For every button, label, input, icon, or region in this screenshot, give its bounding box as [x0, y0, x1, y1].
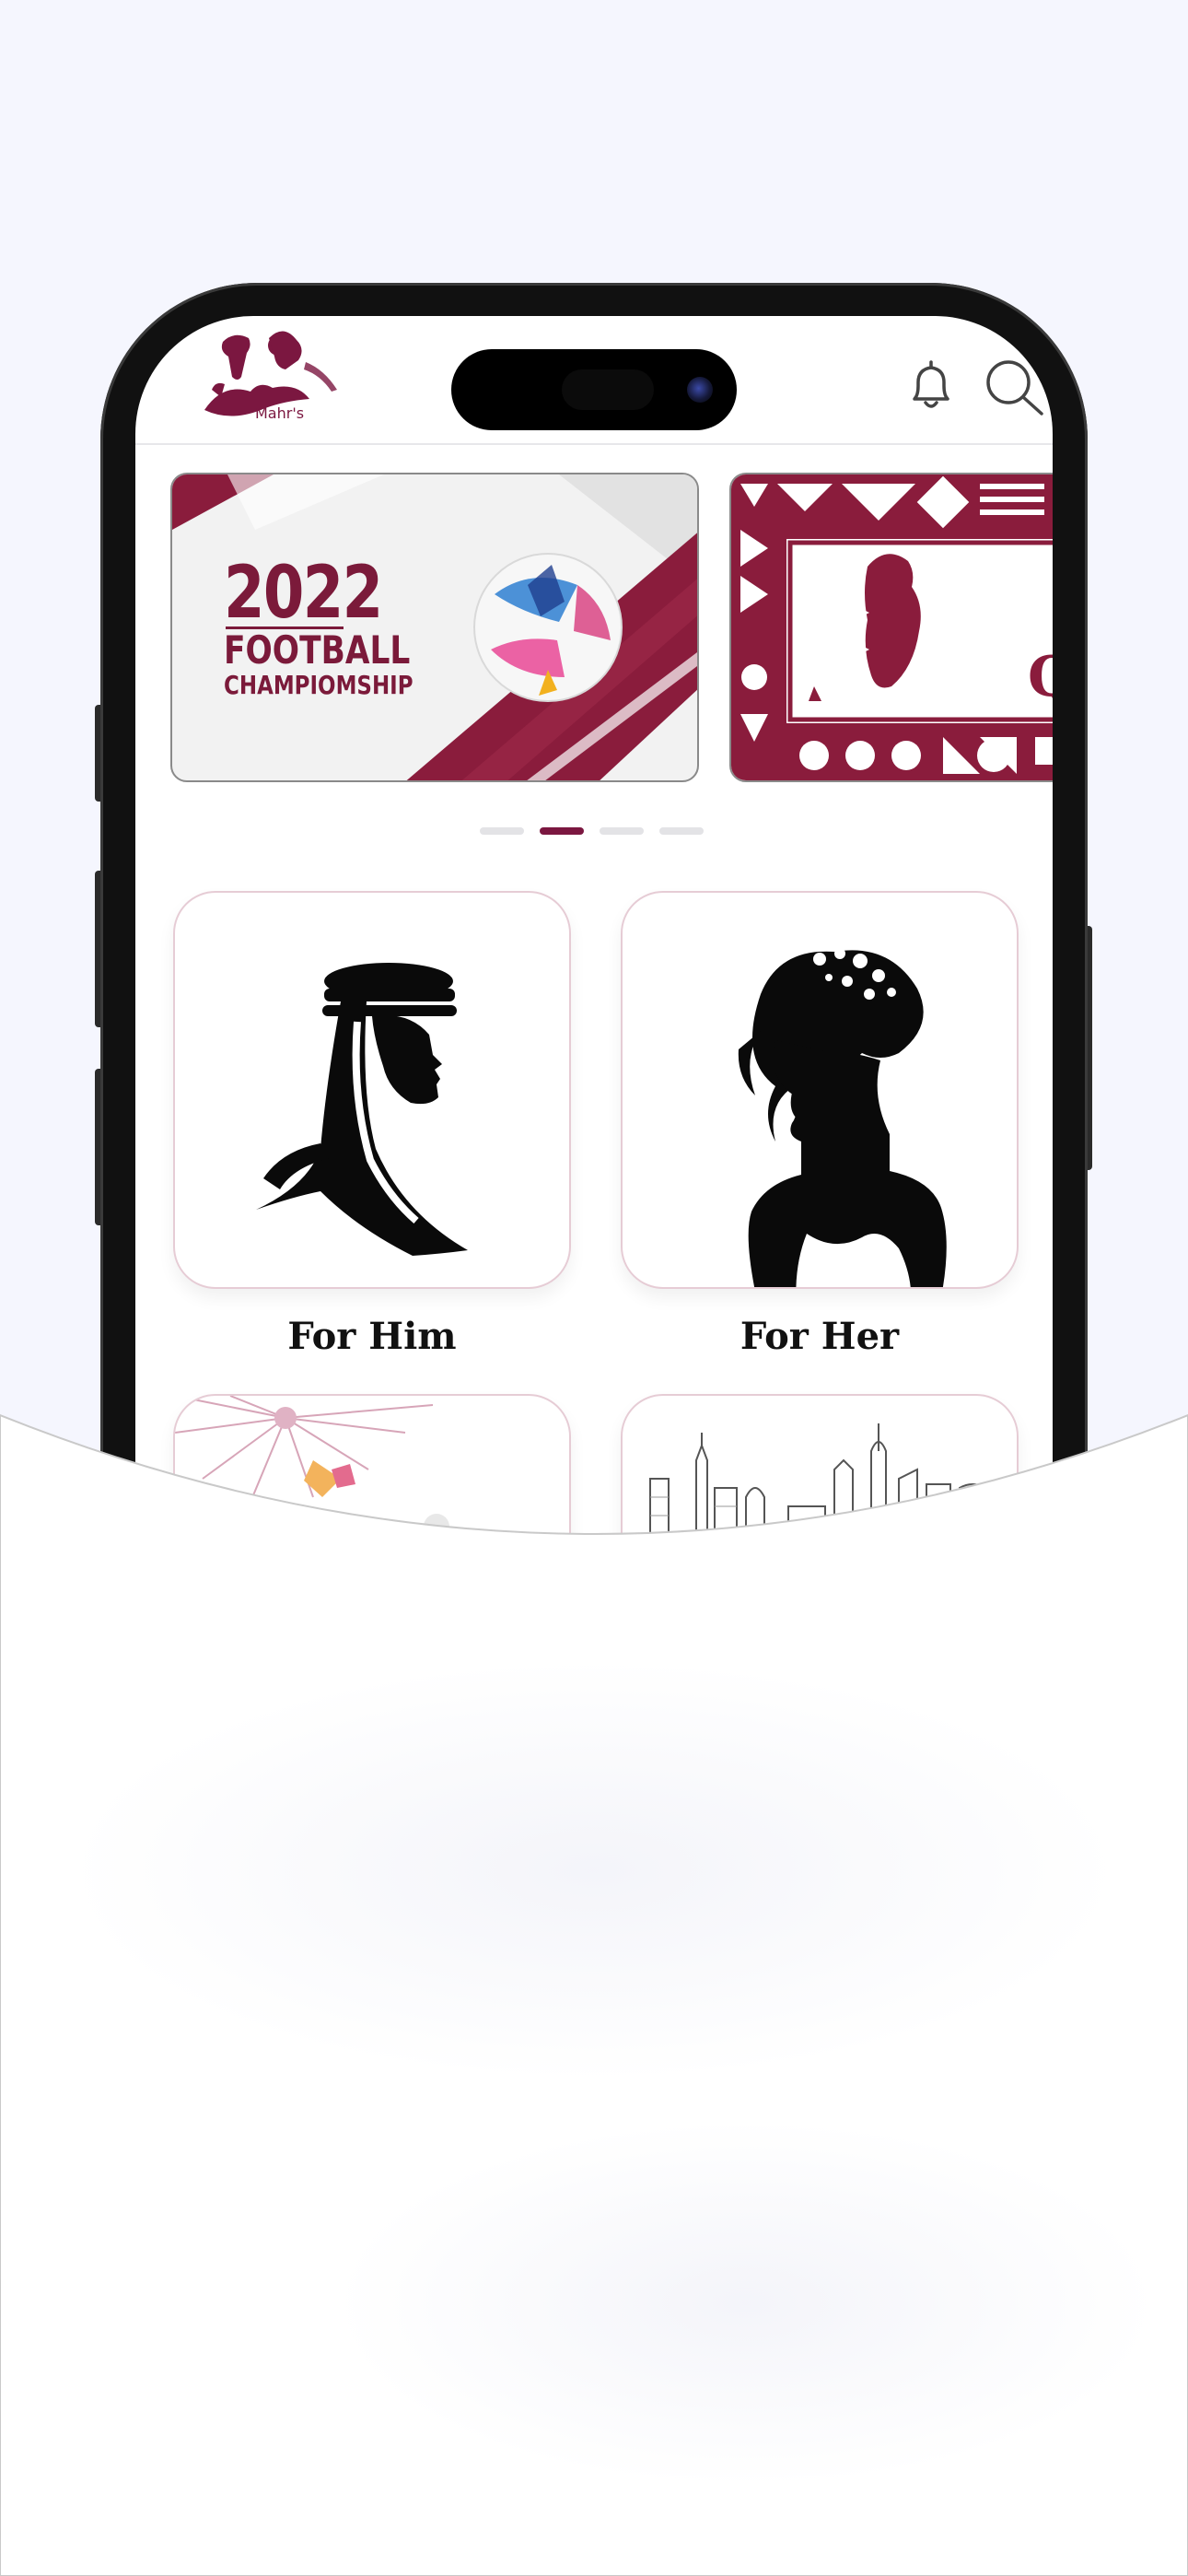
banner-qatar-pattern[interactable]: Q	[729, 473, 1053, 782]
banner-subtitle: CHAMPIOMSHIP	[224, 670, 413, 700]
bell-icon[interactable]	[902, 357, 961, 416]
banner-football-championship[interactable]: 2022 FOOTBALL CHAMPIOMSHIP	[170, 473, 699, 782]
face-id-sensor	[562, 369, 654, 410]
logo-text: Mahr's	[255, 404, 305, 422]
category-label-for-her[interactable]: For Her	[621, 1315, 1019, 1358]
soft-glow-2	[332, 2119, 1160, 2488]
pagination-dot[interactable]	[600, 827, 644, 835]
banner-q-letter: Q	[1028, 645, 1053, 709]
woman-silhouette-icon	[738, 948, 947, 1287]
front-camera	[687, 377, 713, 403]
qatar-pattern-artwork: Q	[731, 474, 1053, 780]
soft-glow-1	[64, 1658, 1124, 2082]
pagination-dot[interactable]	[659, 827, 704, 835]
pagination-dot-active[interactable]	[540, 827, 584, 835]
banner-title: FOOTBALL	[224, 627, 411, 673]
search-icon[interactable]	[983, 357, 1047, 416]
category-label-for-him[interactable]: For Him	[173, 1315, 571, 1358]
pagination-dot[interactable]	[480, 827, 524, 835]
banner-year: 2022	[224, 552, 383, 635]
category-for-him[interactable]	[173, 891, 571, 1289]
man-silhouette-icon	[256, 963, 468, 1256]
dynamic-island	[451, 349, 737, 430]
category-for-her[interactable]	[621, 891, 1019, 1289]
